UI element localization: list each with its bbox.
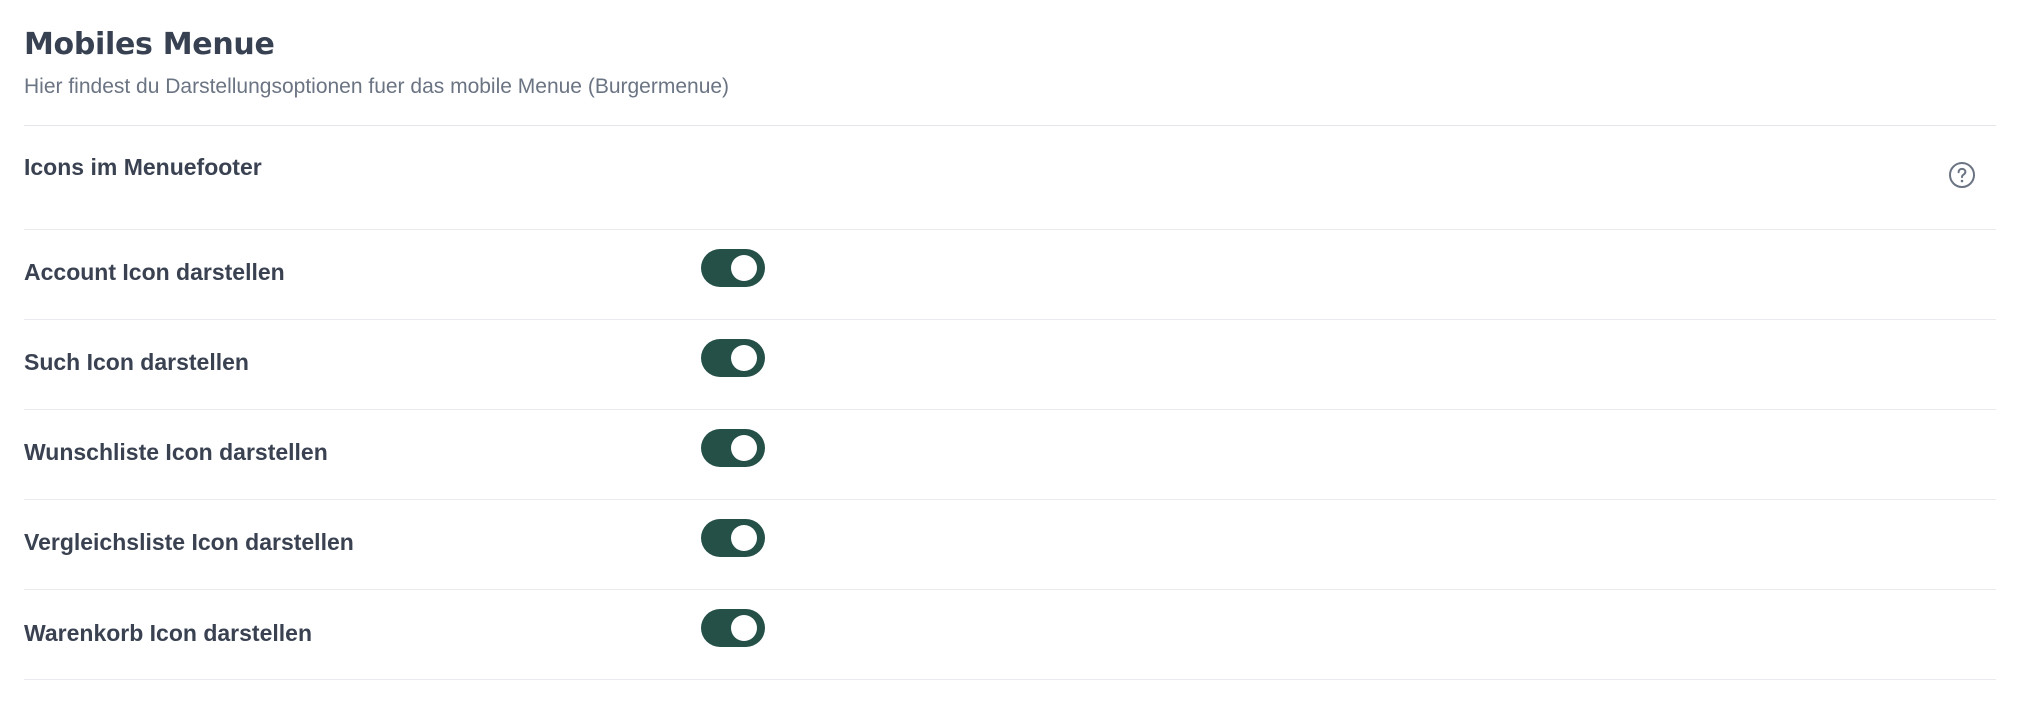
toggle-switch-cart-icon[interactable] [701, 609, 765, 647]
toggle-knob [731, 525, 757, 551]
setting-label: Account Icon darstellen [24, 259, 285, 285]
row-divider [24, 409, 1996, 410]
toggle-switch-wishlist-icon[interactable] [701, 429, 765, 467]
toggle-switch-compare-icon[interactable] [701, 519, 765, 557]
setting-label: Wunschliste Icon darstellen [24, 439, 328, 465]
toggle-switch-account-icon[interactable] [701, 249, 765, 287]
toggle-switch-search-icon[interactable] [701, 339, 765, 377]
section-label: Icons im Menuefooter [24, 154, 262, 180]
toggle-knob [731, 255, 757, 281]
toggle-knob [731, 615, 757, 641]
page-title: Mobiles Menue [24, 27, 275, 62]
row-divider [24, 589, 1996, 590]
header-divider [24, 125, 1996, 126]
page-subtitle: Hier findest du Darstellungsoptionen fue… [24, 75, 730, 98]
row-divider [24, 319, 1996, 320]
row-divider [24, 679, 1996, 680]
question-circle-icon[interactable] [1948, 161, 1976, 189]
row-divider [24, 499, 1996, 500]
setting-label: Vergleichsliste Icon darstellen [24, 529, 354, 555]
setting-label: Such Icon darstellen [24, 349, 249, 375]
setting-label: Warenkorb Icon darstellen [24, 620, 312, 646]
section-divider [24, 229, 1996, 230]
toggle-knob [731, 345, 757, 371]
toggle-knob [731, 435, 757, 461]
